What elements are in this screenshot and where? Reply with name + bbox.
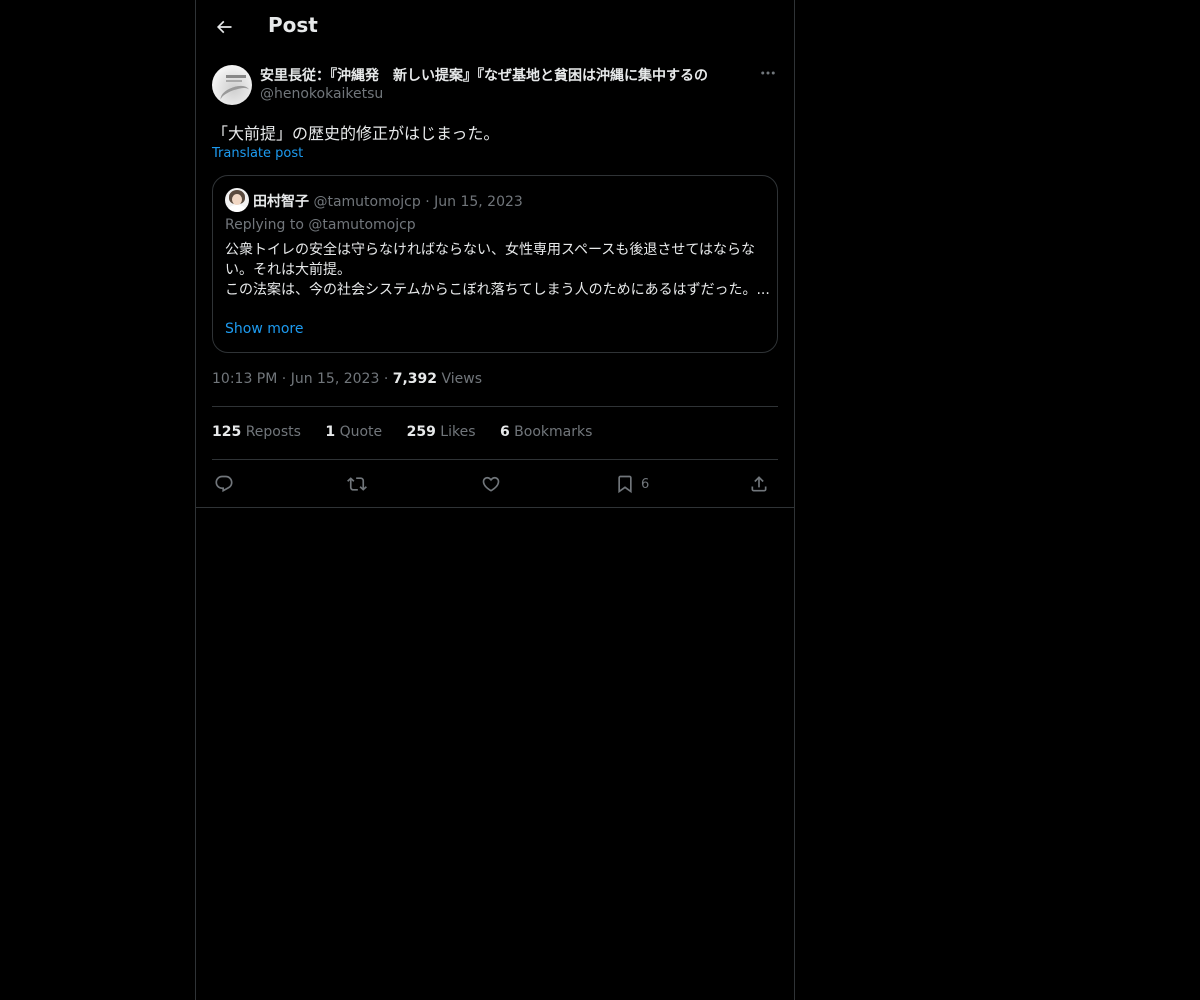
quoted-line: この法案は、今の社会システムからこぼれ落ちてしまう人のためにあるはずだった。..… [225, 282, 770, 298]
divider [212, 459, 778, 460]
quoted-post-date: Jun 15, 2023 [434, 194, 523, 210]
bookmark-icon [618, 475, 632, 494]
reposts-stat[interactable]: 125 Reposts [212, 424, 301, 440]
quoted-separator: · [425, 194, 430, 210]
more-options-button[interactable] [758, 64, 778, 84]
replying-to: Replying to @tamutomojcp [225, 217, 416, 233]
action-bar: 6 [212, 470, 778, 498]
post-text: 「大前提」の歴史的修正がはじまった。 [212, 124, 500, 143]
post-time[interactable]: 10:13 PM [212, 371, 277, 387]
arrow-left-icon [216, 20, 232, 34]
divider [212, 406, 778, 407]
quoted-post[interactable]: 田村智子 @tamutomojcp · Jun 15, 2023 Replyin… [212, 175, 778, 353]
page-title: Post [268, 13, 318, 37]
quoted-post-text: 公衆トイレの安全は守らなければならない、女性専用スペースも後退させてはならない。… [225, 240, 770, 300]
heart-icon [482, 476, 500, 492]
post-date[interactable]: Jun 15, 2023 [291, 371, 380, 387]
author-avatar[interactable] [212, 65, 252, 105]
post-author: 安里長従：『沖縄発 新しい提案』『なぜ基地と貧困は沖縄に集中するの @henok… [212, 64, 778, 106]
back-button[interactable] [208, 11, 240, 43]
quoted-author-handle: @tamutomojcp [313, 194, 421, 210]
likes-stat[interactable]: 259 Likes [407, 424, 476, 440]
meta-separator: · [383, 371, 389, 387]
bookmarks-stat[interactable]: 6 Bookmarks [500, 424, 592, 440]
engagement-stats: 125 Reposts 1 Quote 259 Likes 6 Bookmark… [212, 424, 612, 440]
views-count: 7,392 [392, 371, 438, 387]
post-bottom-border [196, 507, 794, 508]
quotes-stat[interactable]: 1 Quote [325, 424, 382, 440]
quoted-post-header: 田村智子 @tamutomojcp · Jun 15, 2023 [253, 191, 523, 211]
primary-column: Post 安里長従：『沖縄発 新しい提案』『なぜ基地と貧困は沖縄に集中するの @… [195, 0, 795, 1000]
repost-button[interactable] [347, 472, 367, 496]
author-handle[interactable]: @henokokaiketsu [260, 86, 383, 102]
bookmark-count: 6 [641, 476, 650, 492]
quoted-author-avatar [225, 188, 249, 212]
repost-icon [347, 477, 367, 491]
bookmark-button[interactable]: 6 [615, 472, 649, 496]
quoted-author-name: 田村智子 [253, 194, 309, 210]
translate-post-link[interactable]: Translate post [212, 146, 303, 161]
like-button[interactable] [481, 472, 501, 496]
quoted-line: 公衆トイレの安全は守らなければならない、女性専用スペースも後退させてはならない。… [225, 242, 756, 278]
share-button[interactable] [749, 472, 769, 496]
views-label: Views [441, 371, 482, 387]
reply-button[interactable] [214, 472, 234, 496]
share-icon [751, 476, 767, 492]
show-more-link[interactable]: Show more [225, 321, 304, 337]
more-icon [761, 71, 775, 75]
reply-icon [215, 475, 233, 493]
post-metadata: 10:13 PM · Jun 15, 2023 · 7,392 Views [212, 371, 482, 387]
meta-separator: · [281, 371, 287, 387]
author-display-name[interactable]: 安里長従：『沖縄発 新しい提案』『なぜ基地と貧困は沖縄に集中するの [260, 65, 754, 85]
page-header: Post [196, 0, 794, 54]
